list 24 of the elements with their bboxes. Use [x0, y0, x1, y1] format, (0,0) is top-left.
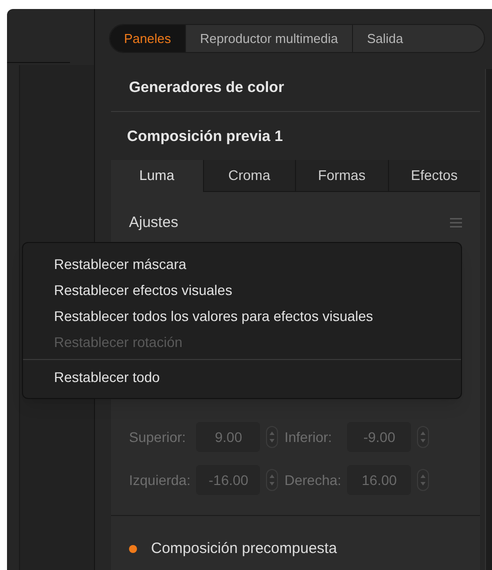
menu-item[interactable]: Restablecer todo: [23, 364, 461, 390]
tab[interactable]: Efectos: [388, 160, 480, 192]
stepper-icon[interactable]: [266, 426, 278, 448]
section-title[interactable]: Generadores de color: [129, 79, 284, 96]
top-tab[interactable]: Reproductor multimedia: [184, 25, 352, 52]
option-label: Composición precompuesta: [151, 539, 337, 559]
stepper-icon[interactable]: [417, 469, 430, 491]
field-label: Superior:: [129, 428, 187, 447]
menu-item[interactable]: Restablecer máscara: [23, 251, 461, 277]
stepper-icon[interactable]: [417, 426, 430, 448]
field-label: Izquierda:: [129, 470, 190, 490]
tab[interactable]: Formas: [295, 160, 388, 192]
menu-item[interactable]: Restablecer todos los valores para efectos visuales: [23, 303, 461, 329]
stepper-icon[interactable]: [266, 469, 278, 491]
settings-label: Ajustes: [129, 212, 178, 232]
menu-item[interactable]: Restablecer efectos visuales: [23, 277, 461, 303]
menu-icon[interactable]: [450, 218, 462, 228]
radio-button[interactable]: [129, 545, 137, 554]
top-tab[interactable]: Paneles: [110, 25, 185, 52]
field-label: Inferior:: [284, 428, 333, 446]
panel-title: Composición previa 1: [126, 127, 284, 147]
top-tab[interactable]: Salida: [352, 25, 418, 52]
tab[interactable]: Croma: [202, 160, 295, 192]
field-label: Derecha:: [284, 470, 342, 490]
